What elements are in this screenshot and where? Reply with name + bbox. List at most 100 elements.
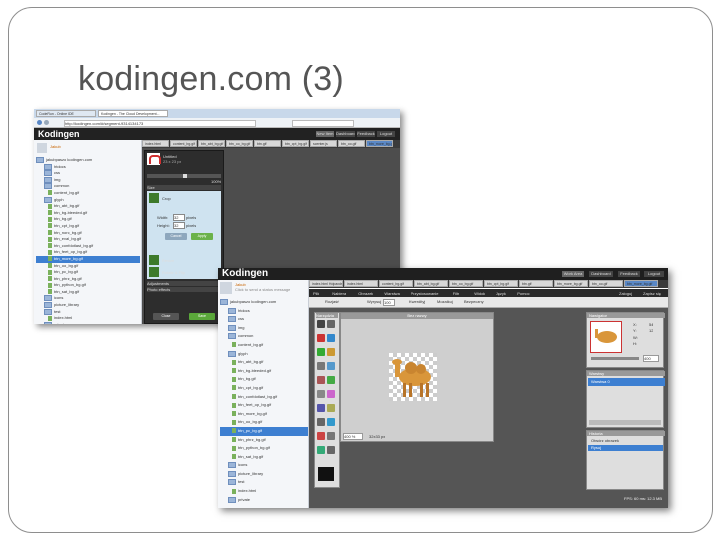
file-tab[interactable]: btn_oo.gif	[338, 140, 365, 147]
photo-effects-header[interactable]: Photo effects	[147, 287, 221, 292]
file-tab[interactable]: btn_more_bg.gif	[554, 280, 588, 287]
tool-icon[interactable]	[317, 362, 325, 370]
work-area-button[interactable]: Work Area	[562, 271, 584, 277]
toolbar-option-2[interactable]: Mozaikuj	[437, 299, 453, 304]
tool-icon[interactable]	[317, 432, 325, 440]
size-section-header[interactable]: Size	[147, 185, 221, 190]
tree-item[interactable]: btn_python_bg.gif	[220, 444, 308, 453]
back-icon[interactable]	[37, 120, 42, 125]
file-tab[interactable]: index.html Hdpaxdsexvo	[309, 280, 343, 287]
file-tab[interactable]: btn_more_bg.gif	[624, 280, 658, 287]
tool-icon[interactable]	[317, 390, 325, 398]
adjustments-header[interactable]: Adjustments	[147, 281, 221, 286]
tree-item[interactable]: picture_library	[220, 470, 308, 479]
tool-icon[interactable]	[317, 446, 325, 454]
menu-item[interactable]: Obrazek	[358, 291, 373, 296]
file-tab[interactable]: content_bg.gif	[170, 140, 197, 147]
tool-icon[interactable]	[327, 446, 335, 454]
zoom-input[interactable]: 400 %	[343, 433, 363, 440]
search-input[interactable]	[292, 120, 354, 127]
navigator-zoom[interactable]: 400	[643, 355, 659, 362]
tree-item[interactable]: img	[36, 176, 140, 184]
tree-item[interactable]: btn_confdotlast_bg.gif	[36, 243, 140, 250]
menu-right-item[interactable]: Zaloguj	[619, 291, 632, 296]
menu-item[interactable]: Nabiera	[332, 291, 346, 296]
file-tab[interactable]: scenter.js	[310, 140, 337, 147]
tree-item[interactable]: btn_more_bg.gif	[36, 255, 140, 263]
tree-item[interactable]: picture_library	[36, 302, 140, 309]
feedback-button[interactable]: Feedback	[618, 271, 640, 277]
tree-item[interactable]: common	[36, 183, 140, 190]
file-tab[interactable]: btn.gif	[519, 280, 553, 287]
tree-item[interactable]: jakubpaszo kodingen.com	[220, 298, 308, 307]
file-tab[interactable]: btn_cpt_bg.gif	[484, 280, 518, 287]
zoom-slider[interactable]	[147, 174, 221, 178]
tool-icon[interactable]	[327, 334, 335, 342]
tool-icon[interactable]	[327, 362, 335, 370]
tree-item[interactable]: btn_feet_op_bg.gif	[220, 401, 308, 410]
tree-item[interactable]: private	[220, 496, 308, 505]
tool-icon[interactable]	[327, 390, 335, 398]
rotate-tool-label[interactable]: Rotate & Flip	[162, 270, 185, 275]
tree-item[interactable]: btn_bg.gif	[36, 216, 140, 223]
logout-button[interactable]: Logout	[644, 271, 664, 277]
file-tab[interactable]: btn_cpt_bg.gif	[282, 140, 309, 147]
tree-item[interactable]: btn_cpt_bg.gif	[36, 223, 140, 230]
tree-item[interactable]: btn_feet_op_bg.gif	[36, 249, 140, 256]
save-button[interactable]: Save	[189, 313, 215, 320]
tree-item[interactable]: btn_bg-bleeded.gif	[220, 367, 308, 376]
menu-item[interactable]: Język	[496, 291, 506, 296]
dashboard-button[interactable]: Dashboard	[589, 271, 613, 277]
forward-icon[interactable]	[44, 120, 49, 125]
tree-item[interactable]: btn_eval_bg.gif	[36, 236, 140, 243]
menu-item[interactable]: Warstwa	[384, 291, 399, 296]
browser-tab[interactable]: CodeRun - Online IDE	[36, 110, 96, 117]
navigator-preview[interactable]	[590, 321, 622, 353]
tool-icon[interactable]	[317, 348, 325, 356]
tree-item[interactable]: common	[220, 332, 308, 341]
tree-item[interactable]: btn_phrz_bg.gif	[36, 276, 140, 283]
tool-icon[interactable]	[327, 418, 335, 426]
tree-item[interactable]: index.html	[36, 315, 140, 322]
menu-item[interactable]: Pomoc	[517, 291, 529, 296]
toolbar-option-3[interactable]: Bezpeczny	[464, 299, 484, 304]
tree-item[interactable]: test	[220, 478, 308, 487]
file-tab[interactable]: index.html	[344, 280, 378, 287]
tree-item[interactable]: htdocs	[220, 307, 308, 316]
tree-item[interactable]: btn_abt_bg.gif	[220, 358, 308, 367]
file-tab[interactable]: btn_abt_bg.gif	[414, 280, 448, 287]
tree-item[interactable]: btn_confdotlast_bg.gif	[220, 393, 308, 402]
tree-item[interactable]: img	[220, 324, 308, 333]
crop-tool-icon[interactable]	[149, 193, 159, 203]
tree-item[interactable]: btn_abt_bg.gif	[36, 203, 140, 210]
tree-item[interactable]: test	[36, 308, 140, 316]
file-tab[interactable]: btn.gif	[254, 140, 281, 147]
menu-item[interactable]: Przystosowanie	[411, 291, 439, 296]
feedback-button[interactable]: Feedback	[357, 131, 375, 137]
file-tab[interactable]: btn_oo_bg.gif	[449, 280, 483, 287]
tool-icon[interactable]	[317, 334, 325, 342]
tree-item[interactable]: btn_oo_bg.gif	[36, 263, 140, 270]
close-button[interactable]: Close	[153, 313, 179, 320]
file-tab[interactable]: btn_more_bg.gif	[366, 140, 393, 147]
tree-item[interactable]: private	[36, 321, 140, 324]
tool-icon[interactable]	[317, 320, 325, 328]
navigator-zoom-slider[interactable]	[591, 357, 639, 360]
tool-icon[interactable]	[327, 376, 335, 384]
resize-tool-icon[interactable]	[149, 255, 159, 265]
rotate-tool-icon[interactable]	[149, 267, 159, 277]
zoom-slider-handle[interactable]	[183, 174, 187, 178]
file-tab[interactable]: btn_oo_bg.gif	[226, 140, 253, 147]
layer-item[interactable]: Warstwa 0	[588, 378, 665, 386]
tool-icon[interactable]	[327, 348, 335, 356]
tree-item[interactable]: btn_bg-bleeded.gif	[36, 210, 140, 217]
tree-item[interactable]: btn_bg.gif	[220, 375, 308, 384]
tree-item[interactable]: btn_norc_bg.gif	[36, 230, 140, 237]
tree-item[interactable]: icons	[220, 461, 308, 470]
tool-icon[interactable]	[317, 418, 325, 426]
apply-button[interactable]: Apply	[191, 233, 213, 240]
tool-icon[interactable]	[327, 404, 335, 412]
tool-icon[interactable]	[327, 432, 335, 440]
menu-item[interactable]: Filtr	[453, 291, 460, 296]
tree-item[interactable]: glyph	[220, 350, 308, 359]
